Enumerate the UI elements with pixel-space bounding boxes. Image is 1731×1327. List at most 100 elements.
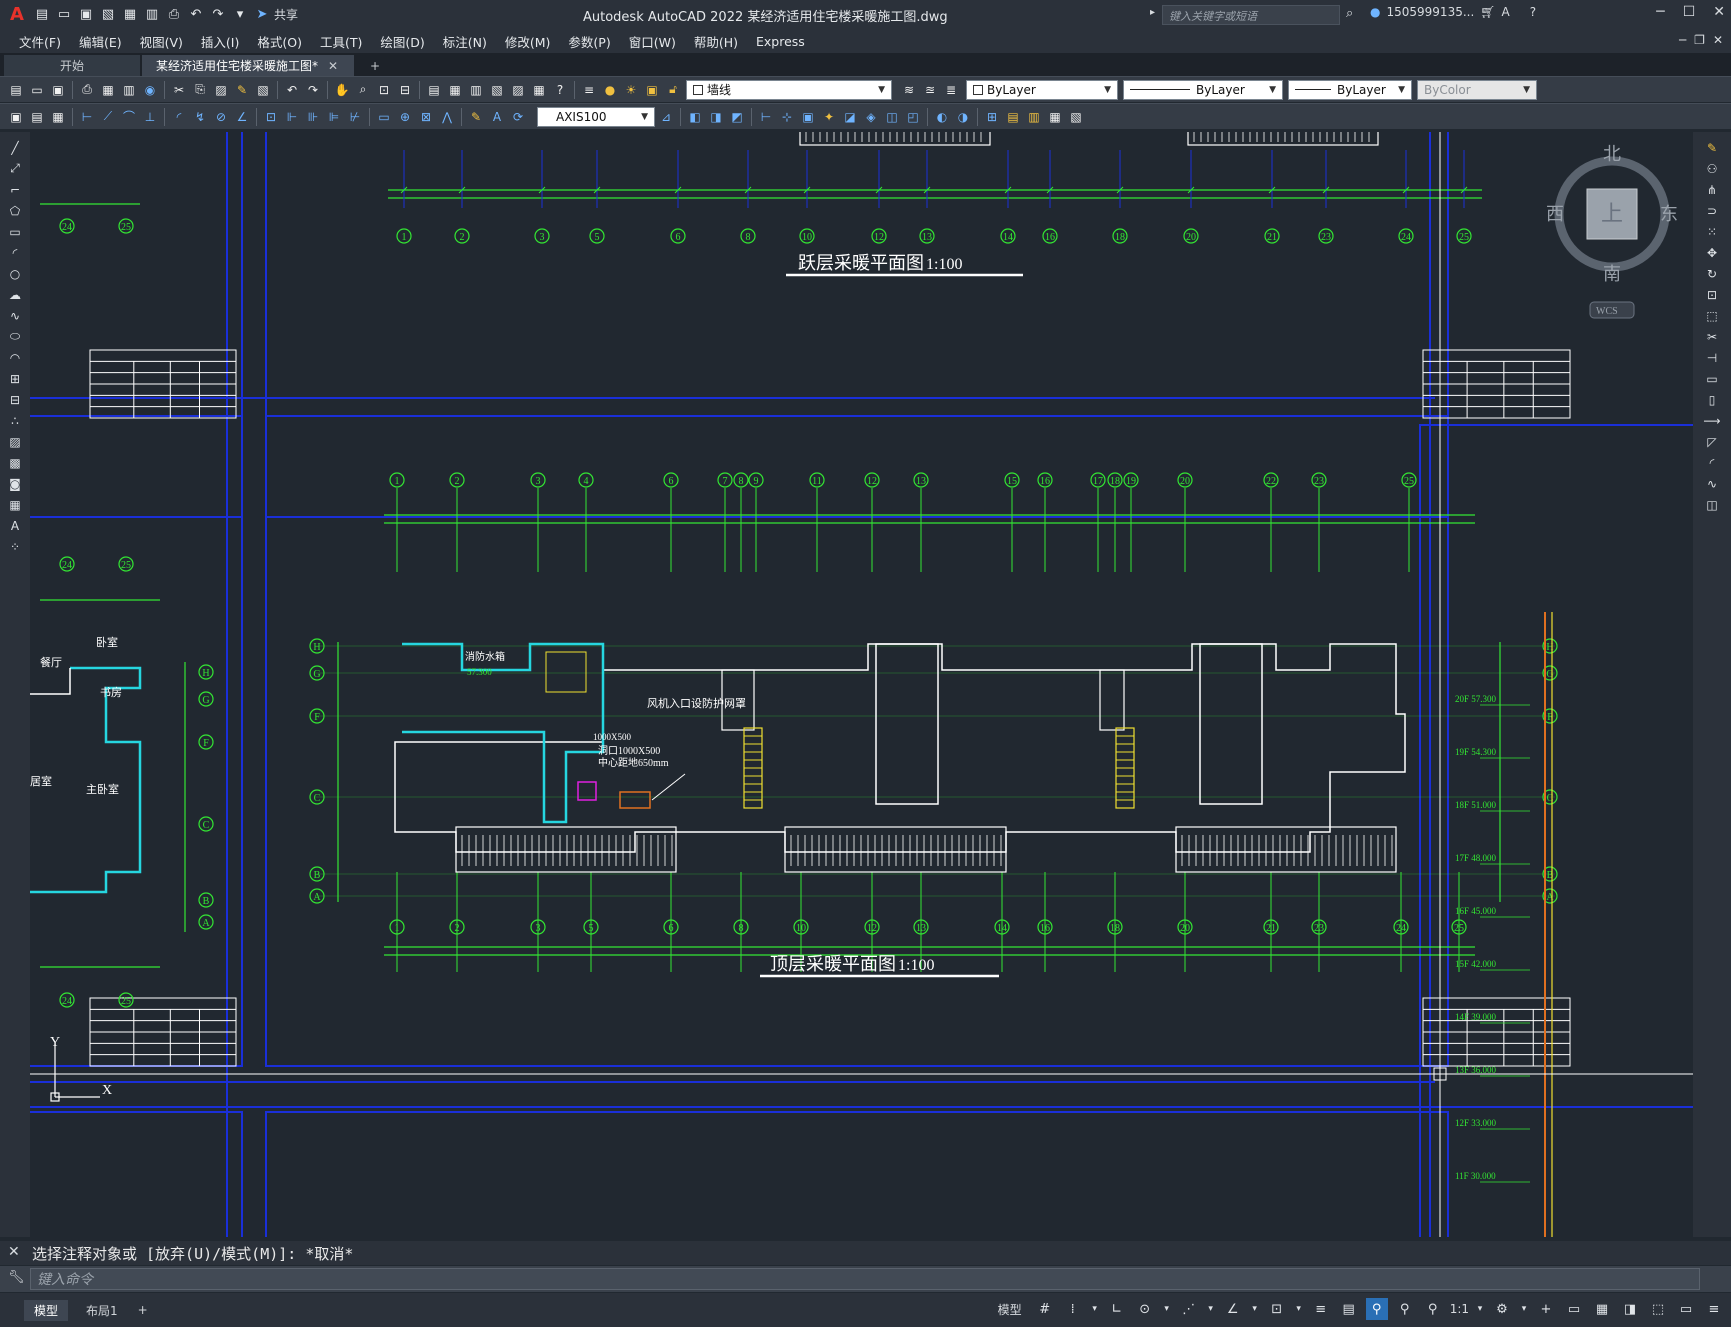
linetype-dropdown[interactable]: ByLayer ▼	[1123, 79, 1283, 100]
table-style-icon[interactable]: ▦	[48, 107, 68, 127]
dim-baseline-icon[interactable]: ⊩	[282, 107, 302, 127]
xref-icon[interactable]: ▦	[1045, 107, 1065, 127]
scale-icon[interactable]: ⊡	[1702, 285, 1722, 304]
transparency-icon[interactable]: ▤	[1338, 1298, 1360, 1320]
zoom-window-icon[interactable]: ⊡	[374, 80, 394, 100]
lock-ui-icon[interactable]: ◨	[1619, 1298, 1641, 1320]
maximize-icon[interactable]: ☐	[1683, 4, 1696, 20]
menu-item[interactable]: 修改(M)	[496, 32, 560, 51]
break-point-icon[interactable]: ▭	[1702, 369, 1722, 388]
color-dropdown[interactable]: ByLayer ▼	[966, 79, 1118, 100]
menu-item[interactable]: 帮助(H)	[685, 32, 747, 51]
units-icon[interactable]: ▭	[1563, 1298, 1585, 1320]
print-icon[interactable]: ⎙	[164, 5, 184, 25]
search-input[interactable]: 键入关键字或短语	[1162, 5, 1340, 25]
make-block-icon[interactable]: ▤	[1003, 107, 1023, 127]
grid-icon[interactable]: #	[1034, 1298, 1056, 1320]
sheet-set-icon[interactable]: ▧	[487, 80, 507, 100]
redo-icon[interactable]: ↷	[303, 80, 323, 100]
circle-icon[interactable]: ○	[5, 264, 25, 283]
dim-break-icon[interactable]: ⊬	[345, 107, 365, 127]
clean-screen-icon[interactable]: ▭	[1675, 1298, 1697, 1320]
autocad-logo-icon[interactable]: A	[4, 4, 30, 25]
polyline-icon[interactable]: ⌐	[5, 180, 25, 199]
tolerance-icon[interactable]: ▭	[374, 107, 394, 127]
rectangle-icon[interactable]: ▭	[5, 222, 25, 241]
ucs-origin-icon[interactable]: ◫	[882, 107, 902, 127]
tab-add-button[interactable]: +	[356, 55, 394, 76]
qnew-icon[interactable]: ▤	[6, 80, 26, 100]
view-front-icon[interactable]: ◨	[706, 107, 726, 127]
layer-dropdown[interactable]: 墙线 ▼	[686, 79, 892, 100]
dim-space-icon[interactable]: ⊫	[324, 107, 344, 127]
draw-order-icon[interactable]: ▣	[6, 107, 26, 127]
drawing-canvas[interactable]: 1 2 3 5 6 8 10 12 13 14 16 18 20 21 23 24 25 24 25 24 25 24 25…	[30, 132, 1693, 1237]
workspace-menu-icon[interactable]: ▾	[1519, 1298, 1529, 1320]
ucs-previous-icon[interactable]: ▣	[798, 107, 818, 127]
revcloud-icon[interactable]: ☁︎	[5, 285, 25, 304]
dim-linear-icon[interactable]: ⊢	[77, 107, 97, 127]
dim-aligned-icon[interactable]: ⟋	[98, 107, 118, 127]
object-snap-menu-icon[interactable]: ▾	[1294, 1298, 1304, 1320]
object-snap-tracking-menu-icon[interactable]: ▾	[1250, 1298, 1260, 1320]
save-icon[interactable]: ▣	[76, 5, 96, 25]
table-icon[interactable]: ▦	[5, 495, 25, 514]
dim-radius-icon[interactable]: ◜	[169, 107, 189, 127]
visual-style-icon[interactable]: ◐	[932, 107, 952, 127]
close-command-icon[interactable]: ✕	[8, 1244, 20, 1260]
view-side-icon[interactable]: ◩	[727, 107, 747, 127]
menu-item[interactable]: 插入(I)	[192, 32, 248, 51]
copy-icon[interactable]: ⎘	[190, 80, 210, 100]
redo-icon[interactable]: ↷	[208, 5, 228, 25]
tab-start[interactable]: 开始	[4, 55, 140, 76]
layer-properties-icon[interactable]: ≡	[579, 80, 599, 100]
erase-icon[interactable]: ✎	[1702, 138, 1722, 157]
help-icon[interactable]: ?	[1530, 5, 1536, 19]
dim-jogged-icon[interactable]: ↯	[190, 107, 210, 127]
ucs-icon[interactable]: ⊢	[756, 107, 776, 127]
zoom-realtime-icon[interactable]: ⌕	[353, 80, 373, 100]
array-icon[interactable]: ⁙	[1702, 222, 1722, 241]
customize-dropdown-icon[interactable]: ▾	[230, 5, 250, 25]
mirror-icon[interactable]: ⋔	[1702, 180, 1722, 199]
dim-ordinate-icon[interactable]: ⊥	[140, 107, 160, 127]
menu-item[interactable]: 工具(T)	[311, 32, 371, 51]
close-icon[interactable]: ✕	[1713, 4, 1725, 20]
shade-icon[interactable]: ◑	[953, 107, 973, 127]
break-icon[interactable]: ▯	[1702, 390, 1722, 409]
layer-unlock-icon[interactable]: 🔓︎	[663, 80, 683, 100]
share-label[interactable]: 共享	[274, 6, 298, 23]
quick-dim-icon[interactable]: ⊡	[261, 107, 281, 127]
search-icon[interactable]: ⌕	[1346, 6, 1353, 21]
auto-scale-icon[interactable]: ⚲	[1394, 1298, 1416, 1320]
rotate-icon[interactable]: ↻	[1702, 264, 1722, 283]
menu-item[interactable]: 参数(P)	[559, 32, 619, 51]
region-icon[interactable]: ◙	[5, 474, 25, 493]
layer-thaw-icon[interactable]: ☀	[621, 80, 641, 100]
snap-icon[interactable]: ⁞	[1062, 1298, 1084, 1320]
fillet-icon[interactable]: ◜	[1702, 453, 1722, 472]
plot-preview-icon[interactable]: ▦	[98, 80, 118, 100]
view-top-icon[interactable]: ◧	[685, 107, 705, 127]
autodesk-app-icon[interactable]: A	[1502, 5, 1510, 19]
annotation-visibility-icon[interactable]: ⚲	[1365, 1298, 1388, 1320]
line-icon[interactable]: ╱	[5, 138, 25, 157]
copy-icon[interactable]: ⚇	[1702, 159, 1722, 178]
ucs-face-icon[interactable]: ✦	[819, 107, 839, 127]
layer-previous-icon[interactable]: ≊	[920, 80, 940, 100]
lineweight-icon[interactable]: ≡	[1310, 1298, 1332, 1320]
arc-icon[interactable]: ◜	[5, 243, 25, 262]
attach-icon[interactable]: ▧	[1066, 107, 1086, 127]
block-editor-icon[interactable]: ▧	[253, 80, 273, 100]
annotation-scale-icon[interactable]: ⚲	[1422, 1298, 1444, 1320]
snap-menu-icon[interactable]: ▾	[1090, 1298, 1100, 1320]
search-expand-icon[interactable]: ▸	[1150, 7, 1155, 18]
hardware-acceleration-icon[interactable]: ⬚	[1647, 1298, 1669, 1320]
tab-model[interactable]: 模型	[24, 1299, 69, 1321]
layer-on-icon[interactable]: ●	[600, 80, 620, 100]
polar-menu-icon[interactable]: ▾	[1162, 1298, 1172, 1320]
scale-menu-icon[interactable]: ▾	[1475, 1298, 1485, 1320]
save-icon[interactable]: ▣	[48, 80, 68, 100]
insert-block-icon[interactable]: ⊞	[982, 107, 1002, 127]
text-style-icon[interactable]: ▤	[27, 107, 47, 127]
